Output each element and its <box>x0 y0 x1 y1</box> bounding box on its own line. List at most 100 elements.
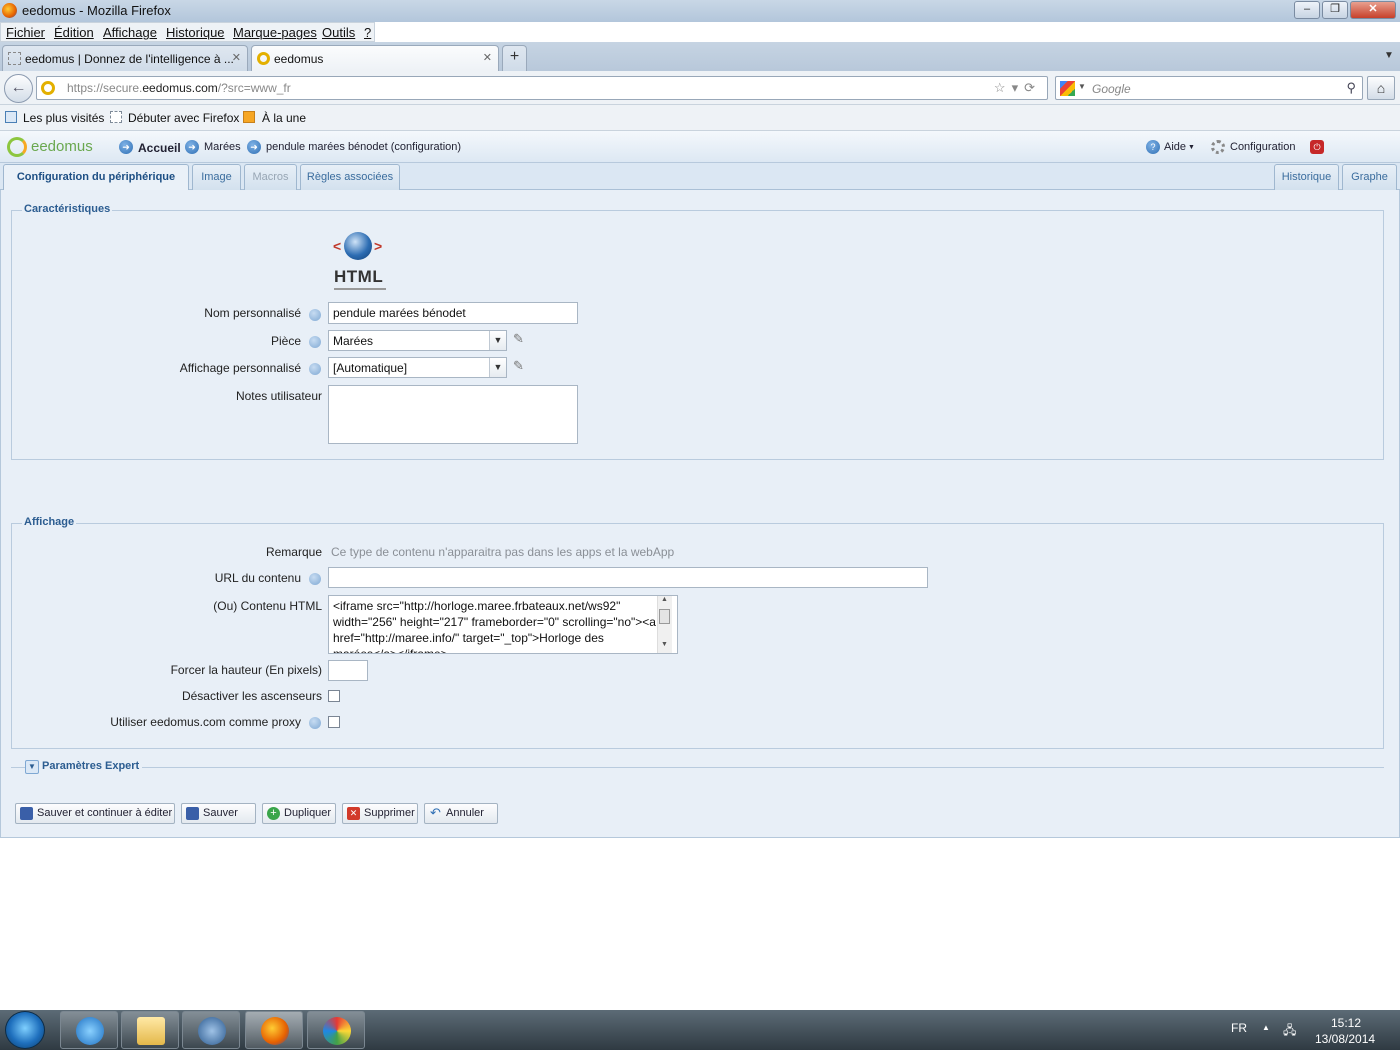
cancel-label: Annuler <box>446 807 484 819</box>
help-icon[interactable] <box>309 336 321 348</box>
menu-outils[interactable]: Outils <box>322 25 355 40</box>
affichage-perso-label: Affichage personnalisé <box>179 361 301 375</box>
new-tab-button[interactable]: + <box>502 45 527 71</box>
menu-edition[interactable]: Édition <box>54 25 94 40</box>
menu-affichage[interactable]: Affichage <box>103 25 157 40</box>
delete-label: Supprimer <box>364 807 415 819</box>
help-icon[interactable] <box>309 717 321 729</box>
menu-marque-pages[interactable]: Marque-pages <box>233 25 317 40</box>
blank-page-icon <box>110 111 122 123</box>
bookmark-latest-headlines[interactable]: À la une <box>262 111 306 125</box>
breadcrumb-current: pendule marées bénodet (configuration) <box>266 141 462 153</box>
taskbar-paint[interactable] <box>307 1011 365 1049</box>
url-text: https://secure.eedomus.com/?src=www_fr <box>67 81 291 95</box>
parametres-expert-toggle[interactable]: Paramètres Expert <box>39 760 143 772</box>
close-tab-icon[interactable]: ✕ <box>232 51 241 64</box>
site-identity-icon[interactable] <box>41 81 55 95</box>
taskbar-firefox[interactable] <box>245 1011 303 1049</box>
main-content: Caractéristiques < > HTML Nom personnali… <box>0 190 1400 838</box>
proxy-checkbox[interactable] <box>328 716 340 728</box>
html-logo-text: HTML <box>334 267 384 286</box>
menu-fichier[interactable]: Fichier <box>6 25 45 40</box>
home-button[interactable]: ⌂ <box>1367 76 1395 100</box>
save-continue-button[interactable]: Sauver et continuer à éditer <box>15 803 175 824</box>
browser-tab-1[interactable]: eedomus | Donnez de l'intelligence à ...… <box>2 45 248 71</box>
taskbar-internet-explorer[interactable] <box>60 1011 118 1049</box>
delete-x-icon: ✕ <box>347 807 360 820</box>
cancel-button[interactable]: ↶ Annuler <box>424 803 498 824</box>
gear-icon <box>1211 140 1225 154</box>
breadcrumb-marees[interactable]: Marées <box>204 141 241 153</box>
help-icon[interactable] <box>309 363 321 375</box>
windows-start-button[interactable] <box>5 1011 45 1049</box>
save-label: Sauver <box>203 807 238 819</box>
tab-image[interactable]: Image <box>192 164 241 190</box>
close-tab-icon[interactable]: ✕ <box>483 51 492 64</box>
rss-icon <box>243 111 255 123</box>
firefox-icon <box>2 3 17 18</box>
search-bar[interactable]: ▼ Google ⚲ <box>1055 76 1363 100</box>
show-hidden-icons-icon[interactable]: ▲ <box>1262 1023 1270 1032</box>
bookmark-getting-started[interactable]: Débuter avec Firefox <box>128 111 239 125</box>
eedomus-logo[interactable]: eedomus <box>31 138 93 155</box>
eedomus-logo-icon[interactable] <box>7 137 27 157</box>
tab-list-icon[interactable]: ▼ <box>1384 50 1394 61</box>
ascenseurs-checkbox[interactable] <box>328 690 340 702</box>
browser-tab-label: eedomus | Donnez de l'intelligence à ... <box>25 52 234 66</box>
url-bar[interactable]: https://secure.eedomus.com/?src=www_fr ☆… <box>36 76 1048 100</box>
html-textarea-scrollbar[interactable]: ▲ ▼ <box>657 596 672 653</box>
back-button[interactable]: ← <box>4 74 33 103</box>
dropdown-arrow-icon[interactable]: ▼ <box>1188 144 1195 151</box>
tab-configuration[interactable]: Configuration du périphérique <box>3 164 189 191</box>
language-indicator[interactable]: FR <box>1231 1021 1247 1035</box>
clock-date[interactable]: 13/08/2014 <box>1315 1032 1375 1046</box>
taskbar-explorer[interactable] <box>121 1011 179 1049</box>
help-icon[interactable] <box>309 309 321 321</box>
duplicate-button[interactable]: + Dupliquer <box>262 803 336 824</box>
search-icon[interactable]: ⚲ <box>1346 80 1356 96</box>
pencil-edit-icon[interactable]: ✎ <box>513 331 524 347</box>
chevron-down-icon[interactable]: ▼ <box>489 358 506 377</box>
remarque-text: Ce type de contenu n'apparaitra pas dans… <box>331 545 675 559</box>
piece-select[interactable]: Marées ▼ <box>328 330 507 351</box>
expand-toggle-icon[interactable]: ▼ <box>25 760 39 774</box>
tab-regles[interactable]: Règles associées <box>300 164 400 190</box>
pencil-edit-icon[interactable]: ✎ <box>513 358 524 374</box>
taskbar-thunderbird[interactable] <box>182 1011 240 1049</box>
save-button[interactable]: Sauver <box>181 803 256 824</box>
hauteur-input[interactable] <box>328 660 368 681</box>
expert-divider <box>11 767 1384 768</box>
save-continue-label: Sauver et continuer à éditer <box>37 807 173 819</box>
nom-input[interactable]: pendule marées bénodet <box>328 302 578 324</box>
contenu-html-textarea[interactable] <box>328 595 678 654</box>
proxy-label: Utiliser eedomus.com comme proxy <box>110 715 301 729</box>
delete-button[interactable]: ✕ Supprimer <box>342 803 418 824</box>
menu-historique[interactable]: Historique <box>166 25 225 40</box>
floppy-disk-icon <box>186 807 199 820</box>
tab-historique[interactable]: Historique <box>1274 164 1339 190</box>
ascenseurs-label: Désactiver les ascenseurs <box>181 689 322 703</box>
tab-graphe[interactable]: Graphe <box>1342 164 1397 190</box>
affichage-legend: Affichage <box>22 516 77 528</box>
windows-taskbar: FR ▲ 🖧 15:12 13/08/2014 <box>0 1010 1400 1050</box>
close-window-button[interactable]: ✕ <box>1350 1 1396 19</box>
bookmark-most-visited[interactable]: Les plus visités <box>23 111 104 125</box>
google-icon[interactable] <box>1060 81 1075 96</box>
browser-tab-2[interactable]: eedomus ✕ <box>251 45 499 71</box>
affichage-perso-select[interactable]: [Automatique] ▼ <box>328 357 507 378</box>
breadcrumb-accueil[interactable]: Accueil <box>138 141 181 155</box>
power-icon[interactable]: ⏻ <box>1310 140 1324 154</box>
notes-textarea[interactable] <box>328 385 578 444</box>
clock-time[interactable]: 15:12 <box>1331 1016 1361 1030</box>
help-icon[interactable] <box>309 573 321 585</box>
aide-menu[interactable]: Aide <box>1164 141 1186 153</box>
minimize-button[interactable]: – <box>1294 1 1320 19</box>
maximize-button[interactable]: ❐ <box>1322 1 1348 19</box>
configuration-link[interactable]: Configuration <box>1230 141 1295 153</box>
chevron-down-icon[interactable]: ▼ <box>489 331 506 350</box>
bookmark-star-icon[interactable]: ☆▾⟳ <box>994 80 1041 96</box>
menu-help[interactable]: ? <box>364 25 371 40</box>
network-icon[interactable]: 🖧 <box>1283 1021 1296 1042</box>
engine-dropdown-icon[interactable]: ▼ <box>1078 82 1086 91</box>
url-contenu-input[interactable] <box>328 567 928 588</box>
